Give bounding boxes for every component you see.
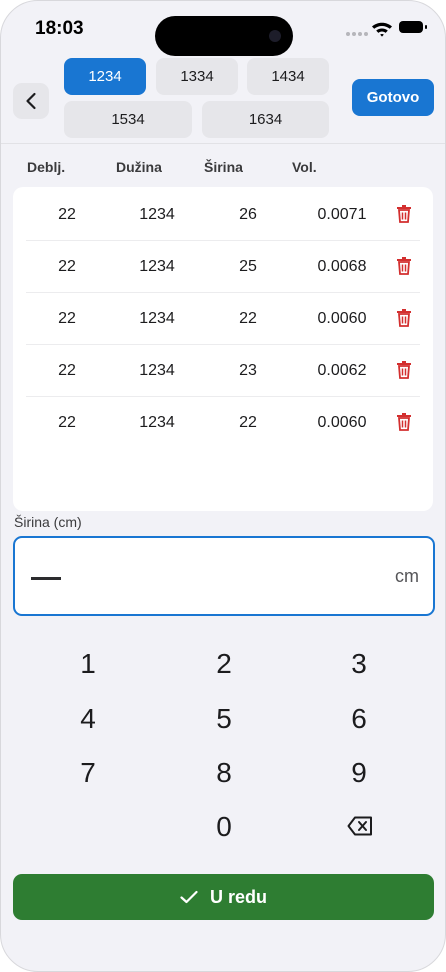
- chevron-left-icon: [26, 92, 36, 110]
- status-time: 18:03: [35, 18, 84, 39]
- signal-icon: [346, 32, 368, 36]
- key-1[interactable]: 1: [48, 642, 128, 686]
- cell-length: 1234: [139, 258, 175, 275]
- header-volume: Vol.: [292, 159, 317, 175]
- table-row[interactable]: 22 1234 22 0.0060: [26, 293, 420, 345]
- header-length: Dužina: [116, 159, 162, 175]
- cell-length: 1234: [139, 206, 175, 223]
- key-6[interactable]: 6: [319, 697, 399, 741]
- key-7[interactable]: 7: [48, 751, 128, 795]
- cell-thickness: 22: [58, 310, 76, 327]
- confirm-label: U redu: [209, 886, 267, 907]
- header-thickness: Deblj.: [27, 159, 66, 175]
- page-selector-bar: 1234 1334 1434 1534 1634 Gotovo: [1, 57, 445, 144]
- header-width: Širina: [204, 159, 243, 175]
- cell-width: 22: [239, 310, 257, 327]
- key-2[interactable]: 2: [184, 642, 264, 686]
- measurements-table: 22 1234 26 0.0071 22 1234 25 0.0068 22 1…: [13, 187, 433, 511]
- cell-width: 23: [239, 362, 257, 379]
- phone-frame: 18:03 1234 1334 1434 1534 1634 Gotovo De…: [0, 0, 446, 972]
- cell-volume: 0.0068: [317, 258, 367, 275]
- key-0[interactable]: 0: [184, 805, 264, 849]
- chip-1234[interactable]: 1234: [64, 58, 146, 95]
- chip-1634[interactable]: 1634: [202, 101, 329, 138]
- key-4[interactable]: 4: [48, 697, 128, 741]
- cell-width: 26: [239, 206, 257, 223]
- check-icon: [180, 890, 198, 904]
- trash-icon[interactable]: [396, 257, 412, 275]
- width-input-label: Širina (cm): [14, 514, 82, 530]
- cell-volume: 0.0062: [317, 362, 367, 379]
- key-5[interactable]: 5: [184, 697, 264, 741]
- trash-icon[interactable]: [396, 361, 412, 379]
- backspace-icon[interactable]: [347, 816, 373, 836]
- table-row[interactable]: 22 1234 26 0.0071: [26, 189, 420, 241]
- key-9[interactable]: 9: [319, 751, 399, 795]
- status-bar: 18:03: [1, 1, 445, 57]
- trash-icon[interactable]: [396, 205, 412, 223]
- chip-1334[interactable]: 1334: [156, 58, 238, 95]
- cell-length: 1234: [139, 414, 175, 431]
- table-row[interactable]: 22 1234 22 0.0060: [26, 397, 420, 448]
- cell-thickness: 22: [58, 414, 76, 431]
- cell-volume: 0.0060: [317, 310, 367, 327]
- cell-thickness: 22: [58, 206, 76, 223]
- table-header: Deblj. Dužina Širina Vol.: [1, 159, 445, 183]
- confirm-button[interactable]: U redu: [13, 874, 434, 920]
- trash-icon[interactable]: [396, 413, 412, 431]
- key-8[interactable]: 8: [184, 751, 264, 795]
- cell-width: 22: [239, 414, 257, 431]
- cell-volume: 0.0060: [317, 414, 367, 431]
- done-button[interactable]: Gotovo: [352, 79, 434, 116]
- cell-length: 1234: [139, 310, 175, 327]
- cell-thickness: 22: [58, 362, 76, 379]
- chip-1534[interactable]: 1534: [64, 101, 192, 138]
- chip-1434[interactable]: 1434: [247, 58, 329, 95]
- trash-icon[interactable]: [396, 309, 412, 327]
- cell-length: 1234: [139, 362, 175, 379]
- cell-thickness: 22: [58, 258, 76, 275]
- table-row[interactable]: 22 1234 25 0.0068: [26, 241, 420, 293]
- wifi-icon: [372, 22, 392, 37]
- table-row[interactable]: 22 1234 23 0.0062: [26, 345, 420, 397]
- width-input[interactable]: cm: [13, 536, 435, 616]
- cell-width: 25: [239, 258, 257, 275]
- cell-volume: 0.0071: [317, 206, 367, 223]
- battery-icon: [399, 21, 427, 33]
- unit-suffix: cm: [395, 566, 419, 586]
- back-button[interactable]: [13, 83, 49, 119]
- empty-value-dash: [31, 577, 61, 580]
- key-3[interactable]: 3: [319, 642, 399, 686]
- camera-icon: [269, 30, 281, 42]
